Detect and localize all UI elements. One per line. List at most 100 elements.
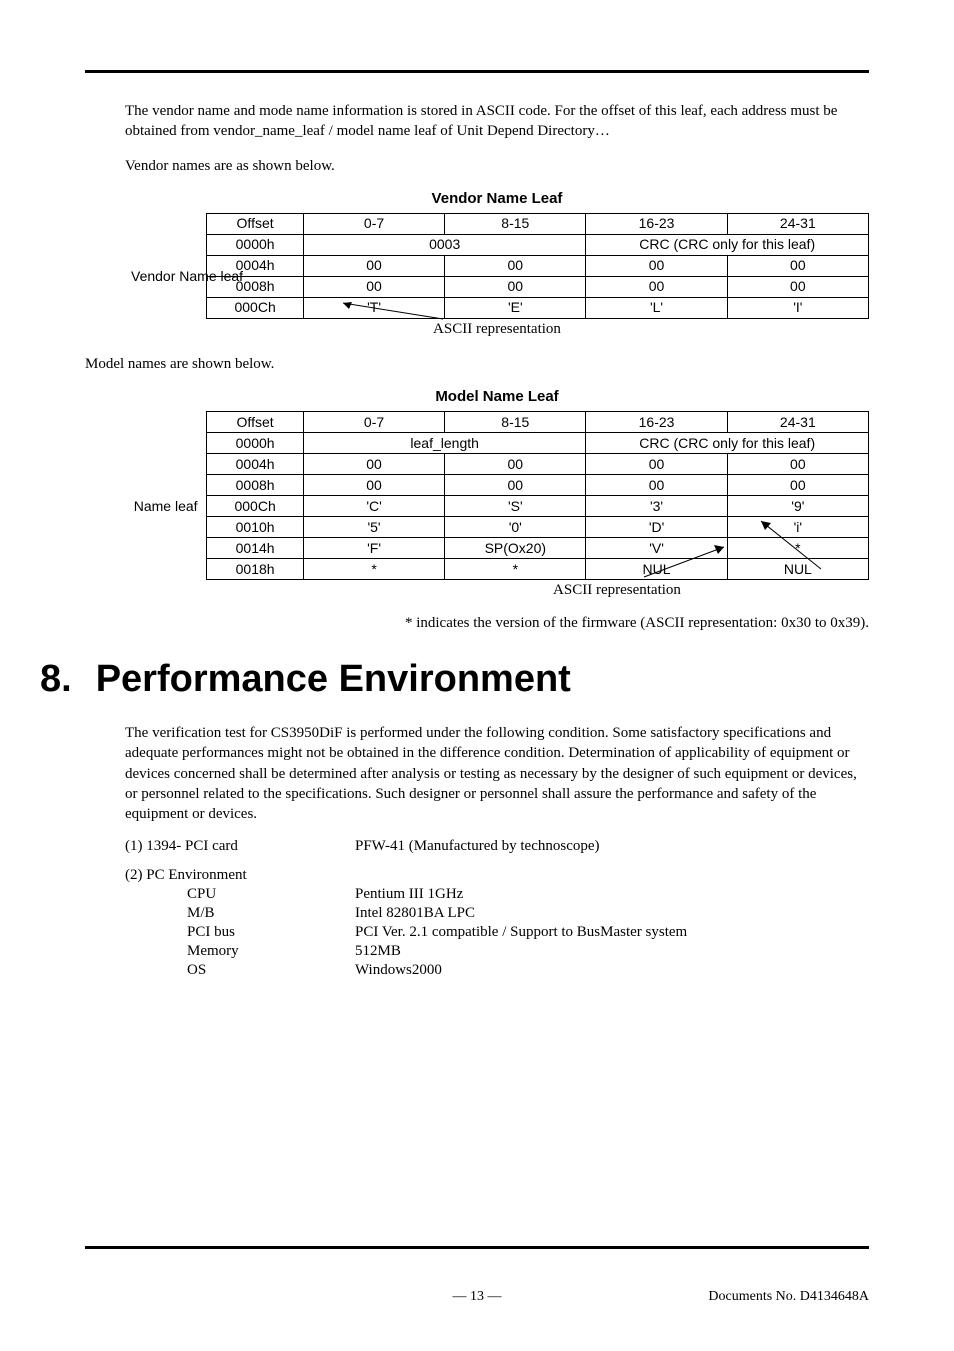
intro-para-2: Vendor names are as shown below.: [125, 156, 869, 176]
cell: 00: [727, 454, 868, 475]
cell: 0010h: [207, 517, 304, 538]
cell: 00: [445, 454, 586, 475]
spec-label: OS: [125, 962, 355, 979]
spec-label: CPU: [125, 886, 355, 903]
cell: CRC (CRC only for this leaf): [586, 234, 869, 255]
cell: 0018h: [207, 559, 304, 580]
bottom-rule: [85, 1246, 869, 1249]
cell: 'E': [445, 297, 586, 318]
row-side-label: Name leaf: [125, 433, 207, 580]
cell: 0000h: [207, 234, 304, 255]
col-header: 16-23: [586, 213, 727, 234]
model-caption-label: ASCII representation: [553, 582, 681, 599]
cell: 00: [303, 475, 444, 496]
cell: 00: [303, 255, 444, 276]
col-header: 8-15: [445, 213, 586, 234]
col-header: 16-23: [586, 412, 727, 433]
vendor-name-leaf-table: Offset 0-7 8-15 16-23 24-31 Vendor Name …: [125, 213, 869, 319]
table-row: Offset 0-7 8-15 16-23 24-31: [125, 412, 869, 433]
spec-value: PFW-41 (Manufactured by technoscope): [355, 838, 869, 855]
blank-cell: [125, 213, 207, 234]
table-row: 000Ch 'T' 'E' 'L' 'I': [125, 297, 869, 318]
spec-value: PCI Ver. 2.1 compatible / Support to Bus…: [355, 924, 869, 941]
cell: *: [303, 559, 444, 580]
vendor-table-wrap: Offset 0-7 8-15 16-23 24-31 Vendor Name …: [125, 213, 869, 319]
spec-row: OS Windows2000: [125, 962, 869, 979]
spec-row: (2) PC Environment: [125, 867, 869, 884]
spec-value: 512MB: [355, 943, 869, 960]
cell: *: [445, 559, 586, 580]
spec-label: (2) PC Environment: [125, 867, 355, 884]
vendor-table-title: Vendor Name Leaf: [125, 190, 869, 207]
spec-row: CPU Pentium III 1GHz: [125, 886, 869, 903]
spec-label: PCI bus: [125, 924, 355, 941]
cell: 'F': [303, 538, 444, 559]
cell: '0': [445, 517, 586, 538]
spec-label: (1) 1394- PCI card: [125, 838, 355, 855]
table-row: Offset 0-7 8-15 16-23 24-31: [125, 213, 869, 234]
cell: 0014h: [207, 538, 304, 559]
col-header: 0-7: [303, 213, 444, 234]
table-row: 0008h 00 00 00 00: [125, 475, 869, 496]
cell: 00: [586, 276, 727, 297]
col-header: Offset: [207, 412, 304, 433]
model-footnote: * indicates the version of the firmware …: [125, 615, 869, 632]
document-number: Documents No. D4134648A: [502, 1289, 870, 1305]
section-title: Performance Environment: [96, 658, 571, 701]
spec-value: Windows2000: [355, 962, 869, 979]
arrow-icon: [629, 539, 739, 584]
footer: — 13 — Documents No. D4134648A: [85, 1246, 869, 1305]
cell: 00: [586, 255, 727, 276]
cell: 00: [445, 475, 586, 496]
spec-value: [355, 867, 869, 884]
cell: 0000h: [207, 433, 304, 454]
spec-row: PCI bus PCI Ver. 2.1 compatible / Suppor…: [125, 924, 869, 941]
col-header: Offset: [207, 213, 304, 234]
cell: 'S': [445, 496, 586, 517]
intro-para-1: The vendor name and mode name informatio…: [125, 101, 869, 142]
cell: 0008h: [207, 475, 304, 496]
section-number: 8.: [40, 658, 72, 701]
cell: 000Ch: [207, 496, 304, 517]
cell: 00: [445, 255, 586, 276]
cell: 00: [586, 475, 727, 496]
col-header: 0-7: [303, 412, 444, 433]
cell: 00: [303, 276, 444, 297]
arrow-icon: [749, 511, 849, 581]
cell: '3': [586, 496, 727, 517]
model-caption: ASCII representation: [125, 582, 869, 599]
table-row: 0008h 00 00 00 00: [125, 276, 869, 297]
spec-value: Intel 82801BA LPC: [355, 905, 869, 922]
cell: CRC (CRC only for this leaf): [586, 433, 869, 454]
model-table-title: Model Name Leaf: [125, 388, 869, 405]
cell: 00: [586, 454, 727, 475]
cell: 000Ch: [207, 297, 304, 318]
row-side-label: Vendor Name leaf: [125, 234, 207, 318]
cell: 0003: [303, 234, 586, 255]
cell: leaf_length: [303, 433, 586, 454]
table-row: 0004h 00 00 00 00: [125, 255, 869, 276]
vendor-caption: ASCII representation: [125, 321, 869, 338]
spec-row: Memory 512MB: [125, 943, 869, 960]
vendor-caption-label: ASCII representation: [433, 321, 561, 338]
cell: 00: [727, 255, 868, 276]
cell: 'I': [727, 297, 868, 318]
col-header: 8-15: [445, 412, 586, 433]
col-header: 24-31: [727, 213, 868, 234]
col-header: 24-31: [727, 412, 868, 433]
cell: 0004h: [207, 454, 304, 475]
cell: 'D': [586, 517, 727, 538]
cell: 'C': [303, 496, 444, 517]
spec-row: M/B Intel 82801BA LPC: [125, 905, 869, 922]
spec-row: (1) 1394- PCI card PFW-41 (Manufactured …: [125, 838, 869, 855]
cell: '5': [303, 517, 444, 538]
intro-para-3: Model names are shown below.: [85, 354, 869, 374]
cell: 00: [303, 454, 444, 475]
model-table-wrap: Offset 0-7 8-15 16-23 24-31 Name leaf 00…: [125, 411, 869, 580]
table-row: Name leaf 0000h leaf_length CRC (CRC onl…: [125, 433, 869, 454]
spec-list: (1) 1394- PCI card PFW-41 (Manufactured …: [125, 838, 869, 979]
cell: 00: [445, 276, 586, 297]
cell: SP(Ox20): [445, 538, 586, 559]
page-number: — 13 —: [453, 1289, 502, 1305]
table-row: 0004h 00 00 00 00: [125, 454, 869, 475]
